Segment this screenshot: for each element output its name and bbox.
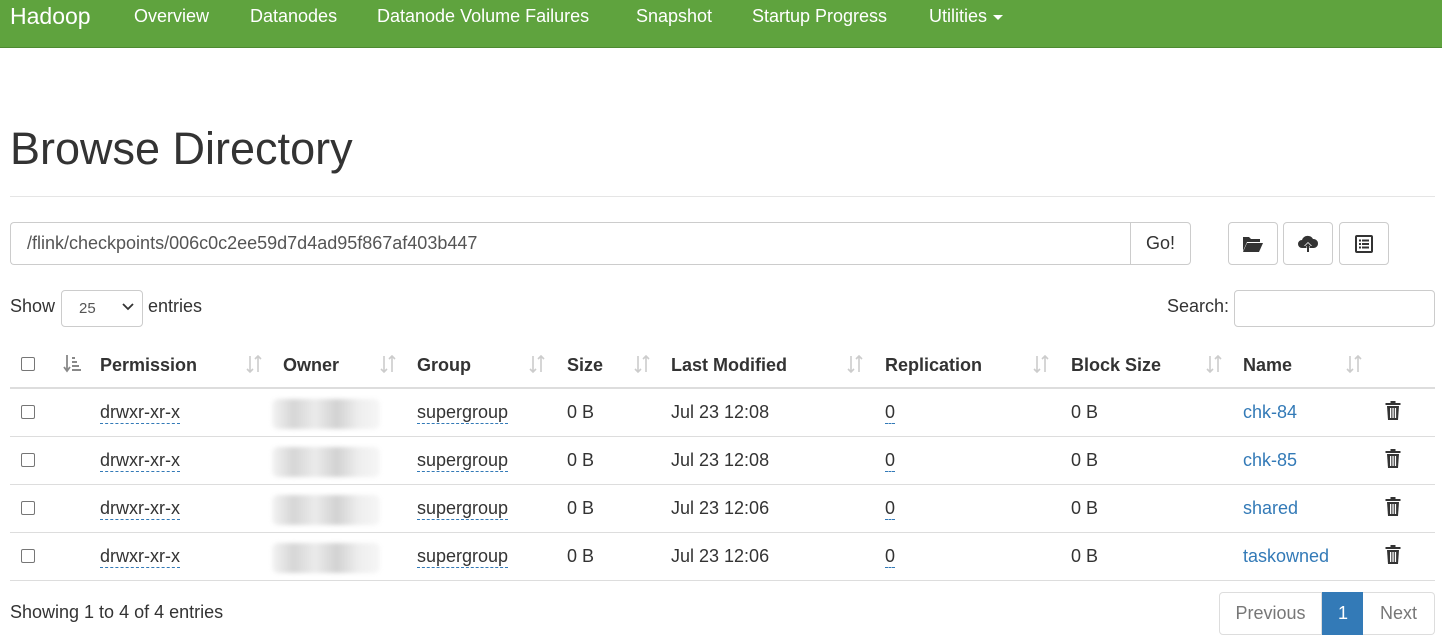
last-modified-cell: Jul 23 12:06: [671, 498, 770, 518]
owner-redacted: [272, 447, 380, 477]
replication-cell[interactable]: 0: [885, 545, 896, 568]
column-header-block-size[interactable]: Block Size: [1071, 341, 1161, 389]
name-link[interactable]: taskowned: [1243, 533, 1329, 581]
block-size-cell: 0 B: [1071, 498, 1099, 518]
go-button[interactable]: Go!: [1130, 222, 1191, 265]
name-link[interactable]: chk-84: [1243, 389, 1297, 437]
column-header-permission[interactable]: Permission: [100, 341, 197, 389]
entries-per-page-value: 25: [79, 300, 96, 317]
trash-icon[interactable]: [1385, 449, 1401, 469]
size-cell: 0 B: [567, 402, 595, 422]
last-modified-cell: Jul 23 12:06: [671, 546, 770, 566]
size-cell: 0 B: [567, 450, 595, 470]
next-page-button[interactable]: Next: [1363, 592, 1435, 635]
trash-icon[interactable]: [1385, 545, 1401, 565]
page-1-button[interactable]: 1: [1322, 592, 1364, 635]
column-header-group[interactable]: Group: [417, 341, 471, 389]
caret-down-icon: [993, 14, 1004, 20]
create-directory-button[interactable]: [1228, 222, 1278, 265]
sort-icon[interactable]: [634, 354, 650, 374]
nav-utilities-label: Utilities: [929, 6, 988, 26]
nav-datanode-volume-failures[interactable]: Datanode Volume Failures: [377, 0, 589, 33]
nav-snapshot[interactable]: Snapshot: [636, 0, 712, 33]
sort-icon[interactable]: [1206, 354, 1222, 374]
cut-paste-button[interactable]: [1339, 222, 1389, 265]
brand-logo[interactable]: Hadoop: [10, 0, 91, 33]
row-checkbox[interactable]: [21, 549, 35, 563]
directory-path-input[interactable]: [10, 222, 1131, 265]
upload-files-button[interactable]: [1283, 222, 1333, 265]
trash-icon[interactable]: [1385, 401, 1401, 421]
sort-icon[interactable]: [1033, 354, 1049, 374]
block-size-cell: 0 B: [1071, 546, 1099, 566]
entries-label: entries: [148, 296, 203, 316]
block-size-cell: 0 B: [1071, 402, 1099, 422]
column-header-replication[interactable]: Replication: [885, 341, 982, 389]
show-label: Show: [10, 296, 56, 316]
column-header-size[interactable]: Size: [567, 341, 603, 389]
group-cell[interactable]: supergroup: [417, 497, 509, 520]
replication-cell[interactable]: 0: [885, 449, 896, 472]
select-all-checkbox[interactable]: [21, 357, 35, 371]
table-row: drwxr-xr-x supergroup 0 B Jul 23 12:08 0…: [10, 389, 1435, 437]
owner-redacted: [272, 399, 380, 429]
list-alt-icon: [1355, 234, 1373, 253]
search-label: Search:: [1167, 296, 1230, 316]
nav-startup-progress[interactable]: Startup Progress: [752, 0, 887, 33]
replication-cell[interactable]: 0: [885, 401, 896, 424]
name-link[interactable]: chk-85: [1243, 437, 1297, 485]
replication-cell[interactable]: 0: [885, 497, 896, 520]
trash-icon[interactable]: [1385, 497, 1401, 517]
permission-cell[interactable]: drwxr-xr-x: [100, 401, 180, 424]
owner-redacted: [272, 543, 380, 573]
group-cell[interactable]: supergroup: [417, 545, 509, 568]
search-input[interactable]: [1234, 290, 1435, 327]
sort-icon[interactable]: [847, 354, 863, 374]
table-row: drwxr-xr-x supergroup 0 B Jul 23 12:06 0…: [10, 533, 1435, 581]
group-cell[interactable]: supergroup: [417, 401, 509, 424]
name-link[interactable]: shared: [1243, 485, 1298, 533]
entries-per-page-select[interactable]: 25: [61, 290, 143, 327]
table-row: drwxr-xr-x supergroup 0 B Jul 23 12:08 0…: [10, 437, 1435, 485]
permission-cell[interactable]: drwxr-xr-x: [100, 449, 180, 472]
last-modified-cell: Jul 23 12:08: [671, 402, 770, 422]
header-divider: [10, 196, 1435, 197]
size-cell: 0 B: [567, 546, 595, 566]
column-header-name[interactable]: Name: [1243, 341, 1292, 389]
group-cell[interactable]: supergroup: [417, 449, 509, 472]
owner-redacted: [272, 495, 380, 525]
table-row: drwxr-xr-x supergroup 0 B Jul 23 12:06 0…: [10, 485, 1435, 533]
row-checkbox[interactable]: [21, 453, 35, 467]
size-cell: 0 B: [567, 498, 595, 518]
folder-open-icon: [1243, 236, 1263, 252]
table-header: Permission Owner Group Size Last Modifie…: [10, 341, 1435, 389]
page-title: Browse Directory: [10, 123, 353, 174]
row-checkbox[interactable]: [21, 405, 35, 419]
table-info: Showing 1 to 4 of 4 entries: [10, 602, 224, 622]
navbar: Hadoop Overview Datanodes Datanode Volum…: [0, 0, 1442, 48]
nav-datanodes[interactable]: Datanodes: [250, 0, 337, 33]
row-checkbox[interactable]: [21, 501, 35, 515]
sort-icon[interactable]: [246, 354, 262, 374]
permission-cell[interactable]: drwxr-xr-x: [100, 545, 180, 568]
nav-overview[interactable]: Overview: [134, 0, 209, 33]
previous-page-button[interactable]: Previous: [1219, 592, 1322, 635]
column-header-last-modified[interactable]: Last Modified: [671, 341, 787, 389]
chevron-down-icon: [122, 303, 134, 311]
sort-icon[interactable]: [1346, 354, 1362, 374]
block-size-cell: 0 B: [1071, 450, 1099, 470]
nav-utilities-dropdown[interactable]: Utilities: [929, 0, 1004, 33]
column-header-owner[interactable]: Owner: [283, 341, 339, 389]
sort-amount-icon[interactable]: [63, 354, 81, 374]
sort-icon[interactable]: [529, 354, 545, 374]
cloud-upload-icon: [1298, 235, 1319, 252]
last-modified-cell: Jul 23 12:08: [671, 450, 770, 470]
permission-cell[interactable]: drwxr-xr-x: [100, 497, 180, 520]
sort-icon[interactable]: [380, 354, 396, 374]
